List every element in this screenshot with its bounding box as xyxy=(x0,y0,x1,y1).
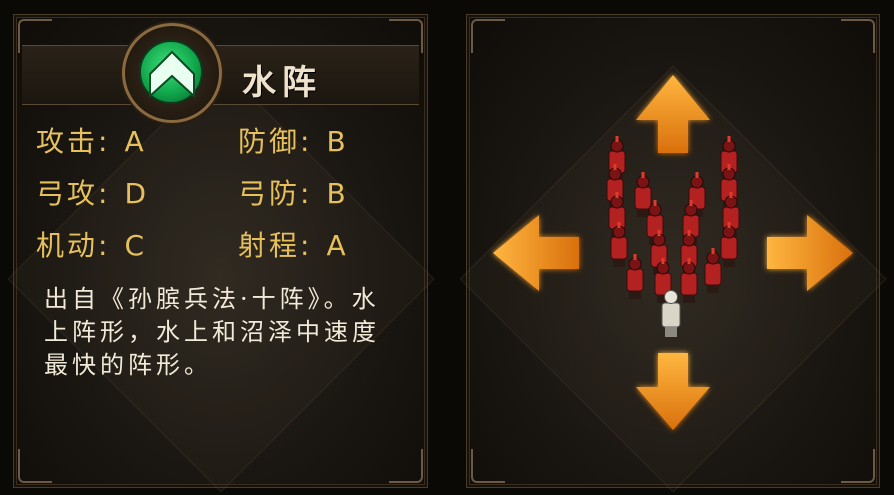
soldier-unit xyxy=(704,248,722,293)
troop-formation xyxy=(606,136,740,337)
stat-defense: 防御: B xyxy=(238,125,349,158)
arrow-down-icon[interactable] xyxy=(636,353,710,430)
corner-ornament xyxy=(18,449,52,483)
stat-mobility: 机动: C xyxy=(36,229,148,262)
arrow-left-icon[interactable] xyxy=(493,215,579,291)
formation-description: 出自《孙膑兵法·十阵》。水上阵形，水上和沼泽中速度最快的阵形。 xyxy=(44,285,380,379)
stat-bow-defense: 弓防: B xyxy=(238,177,349,210)
arrow-right-icon[interactable] xyxy=(767,215,853,291)
direction-arrows xyxy=(493,75,853,430)
formation-title: 水阵 xyxy=(242,63,322,103)
chevron-up-icon xyxy=(149,50,195,99)
soldier-unit xyxy=(680,258,698,303)
soldier-unit xyxy=(610,222,628,267)
stat-bow-attack: 弓攻: D xyxy=(36,177,150,210)
soldier-unit xyxy=(720,222,738,267)
formation-info-panel: 水阵 攻击: A 防御: B 弓攻: D 弓防: B 机动: C 射程: A 出自《孙膑兵法… xyxy=(6,14,435,493)
formation-preview-panel xyxy=(459,14,887,493)
arrow-up-icon[interactable] xyxy=(636,75,710,153)
soldier-unit xyxy=(626,254,644,299)
corner-ornament xyxy=(389,449,423,483)
stat-attack: 攻击: A xyxy=(36,125,147,158)
formation-emblem xyxy=(122,23,222,123)
stat-range: 射程: A xyxy=(238,229,349,262)
general-unit xyxy=(661,290,681,337)
